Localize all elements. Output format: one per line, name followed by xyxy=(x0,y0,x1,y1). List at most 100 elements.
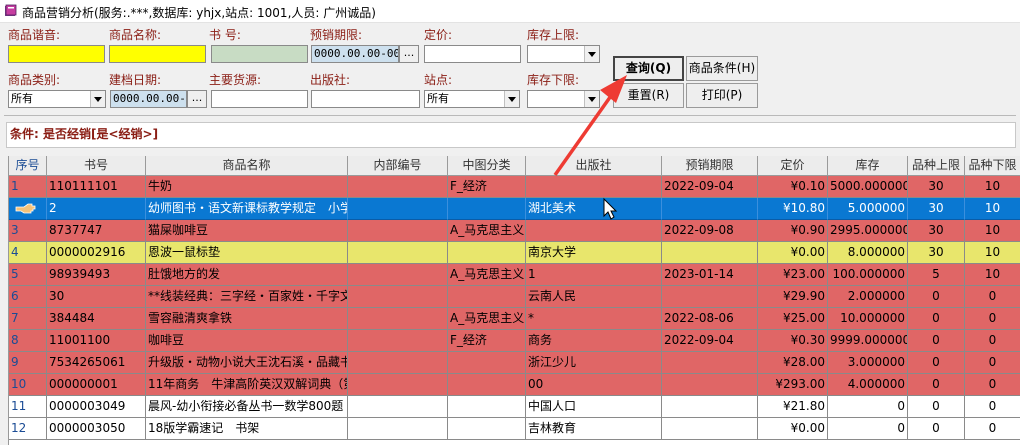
col-index-cell[interactable]: 6 xyxy=(9,286,47,308)
col-max-cell[interactable]: 0 xyxy=(908,352,965,374)
col-max-cell[interactable]: 0 xyxy=(908,418,965,440)
col-price-cell[interactable]: ¥25.00 xyxy=(758,308,828,330)
header-col-internal-code[interactable]: 内部编号 xyxy=(348,156,448,176)
col-isbn-cell[interactable]: 2 xyxy=(47,198,146,220)
col-name-cell[interactable]: 猫屎咖啡豆 xyxy=(146,220,348,242)
table-row[interactable]: 2 幼师图书・语文新课标教学规定 小学 湖北美术 ¥10.80 5.000000 30 10 xyxy=(9,198,1020,220)
name-input[interactable] xyxy=(109,45,206,63)
chevron-down-icon[interactable] xyxy=(584,46,599,62)
col-max-cell[interactable]: 0 xyxy=(908,308,965,330)
col-isbn-cell[interactable]: 0000002916 xyxy=(47,242,146,264)
col-index-cell[interactable]: 1 xyxy=(9,176,47,198)
col-presale-cell[interactable]: 2022-09-04 xyxy=(662,330,758,352)
col-min-cell[interactable]: 0 xyxy=(965,286,1020,308)
price-input[interactable] xyxy=(424,45,521,63)
product-conditions-button[interactable]: 商品条件(H) xyxy=(686,56,758,81)
col-presale-cell[interactable]: 2022-08-06 xyxy=(662,308,758,330)
header-col-stock[interactable]: 库存 xyxy=(828,156,908,176)
col-publisher-cell[interactable]: 中国人口 xyxy=(526,396,662,418)
col-name-cell[interactable]: 晨风-幼小衔接必备丛书一数学800题 xyxy=(146,396,348,418)
header-col-isbn[interactable]: 书号 xyxy=(47,156,146,176)
col-internal-code-cell[interactable] xyxy=(348,198,448,220)
col-publisher-cell[interactable]: 湖北美术 xyxy=(526,198,662,220)
col-internal-code-cell[interactable] xyxy=(348,220,448,242)
col-presale-cell[interactable] xyxy=(662,286,758,308)
reset-button[interactable]: 重置(R) xyxy=(613,83,684,108)
col-price-cell[interactable]: ¥0.00 xyxy=(758,242,828,264)
col-max-cell[interactable]: 0 xyxy=(908,374,965,396)
col-index-cell[interactable]: 5 xyxy=(9,264,47,286)
col-internal-code-cell[interactable] xyxy=(348,286,448,308)
col-max-cell[interactable]: 0 xyxy=(908,286,965,308)
table-row[interactable]: 10 000000001 11年商务 牛津高阶英汉双解词典（第 00 ¥293.00 4.… xyxy=(9,374,1020,396)
col-presale-cell[interactable] xyxy=(662,374,758,396)
col-isbn-cell[interactable]: 384484 xyxy=(47,308,146,330)
col-stock-cell[interactable]: 4.000000 xyxy=(828,374,908,396)
col-stock-cell[interactable]: 9999.000000 xyxy=(828,330,908,352)
col-isbn-cell[interactable]: 98939493 xyxy=(47,264,146,286)
col-publisher-cell[interactable]: 浙江少儿 xyxy=(526,352,662,374)
col-isbn-cell[interactable]: 11001100 xyxy=(47,330,146,352)
col-classification-cell[interactable]: A_马克思主义 xyxy=(448,308,526,330)
col-internal-code-cell[interactable] xyxy=(348,176,448,198)
table-row[interactable]: 8 11001100 咖啡豆 F_经济 商务 2022-09-04 ¥0.30 9999.00… xyxy=(9,330,1020,352)
col-price-cell[interactable]: ¥0.00 xyxy=(758,418,828,440)
col-max-cell[interactable]: 0 xyxy=(908,396,965,418)
col-isbn-cell[interactable]: 7534265061 xyxy=(47,352,146,374)
col-presale-cell[interactable] xyxy=(662,418,758,440)
col-internal-code-cell[interactable] xyxy=(348,396,448,418)
col-stock-cell[interactable]: 2.000000 xyxy=(828,286,908,308)
col-stock-cell[interactable]: 100.000000 xyxy=(828,264,908,286)
publisher-input[interactable] xyxy=(311,90,420,108)
col-price-cell[interactable]: ¥29.90 xyxy=(758,286,828,308)
col-name-cell[interactable]: 牛奶 xyxy=(146,176,348,198)
table-row[interactable]: 9 7534265061 升级版・动物小说大王沈石溪・品藏书 浙江少儿 ¥28.00 3.… xyxy=(9,352,1020,374)
col-presale-cell[interactable] xyxy=(662,198,758,220)
category-select[interactable]: 所有 xyxy=(8,90,106,108)
col-max-cell[interactable]: 30 xyxy=(908,242,965,264)
col-classification-cell[interactable] xyxy=(448,286,526,308)
col-classification-cell[interactable] xyxy=(448,418,526,440)
col-classification-cell[interactable] xyxy=(448,198,526,220)
col-max-cell[interactable]: 5 xyxy=(908,264,965,286)
col-min-cell[interactable]: 10 xyxy=(965,198,1020,220)
col-name-cell[interactable]: **线装经典：三字经・百家姓・千字文 xyxy=(146,286,348,308)
col-price-cell[interactable]: ¥0.30 xyxy=(758,330,828,352)
col-name-cell[interactable]: 幼师图书・语文新课标教学规定 小学 xyxy=(146,198,348,220)
col-price-cell[interactable]: ¥23.00 xyxy=(758,264,828,286)
col-price-cell[interactable]: ¥293.00 xyxy=(758,374,828,396)
col-internal-code-cell[interactable] xyxy=(348,308,448,330)
col-publisher-cell[interactable]: 南京大学 xyxy=(526,242,662,264)
created-picker-button[interactable]: ... xyxy=(187,90,207,108)
col-publisher-cell[interactable]: 1 xyxy=(526,264,662,286)
table-row[interactable]: 6 30 **线装经典：三字经・百家姓・千字文 云南人民 ¥29.90 2.000000 0… xyxy=(9,286,1020,308)
col-stock-cell[interactable]: 0 xyxy=(828,418,908,440)
col-max-cell[interactable]: 0 xyxy=(908,330,965,352)
col-internal-code-cell[interactable] xyxy=(348,242,448,264)
header-col-max[interactable]: 品种上限 xyxy=(908,156,965,176)
col-stock-cell[interactable]: 0 xyxy=(828,396,908,418)
col-name-cell[interactable]: 雪容融清爽拿铁 xyxy=(146,308,348,330)
col-index-cell[interactable]: 7 xyxy=(9,308,47,330)
col-stock-cell[interactable]: 10.000000 xyxy=(828,308,908,330)
table-row[interactable]: 5 98939493 肚饿地方的发 A_马克思主义 1 2023-01-14 ¥23.00 1… xyxy=(9,264,1020,286)
product-table[interactable]: 序号 书号 商品名称 内部编号 中图分类 出版社 预销期限 定价 库存 品种上限 品种下限 1 110… xyxy=(8,156,1020,445)
col-classification-cell[interactable] xyxy=(448,374,526,396)
col-isbn-cell[interactable]: 110111101 xyxy=(47,176,146,198)
isbn-input[interactable] xyxy=(211,45,308,63)
col-index-cell[interactable] xyxy=(9,198,47,220)
col-isbn-cell[interactable]: 8737747 xyxy=(47,220,146,242)
col-isbn-cell[interactable]: 0000003049 xyxy=(47,396,146,418)
col-classification-cell[interactable] xyxy=(448,242,526,264)
col-min-cell[interactable]: 10 xyxy=(965,264,1020,286)
stock-min-select[interactable] xyxy=(527,90,600,108)
col-stock-cell[interactable]: 5000.000000 xyxy=(828,176,908,198)
col-price-cell[interactable]: ¥28.00 xyxy=(758,352,828,374)
col-isbn-cell[interactable]: 000000001 xyxy=(47,374,146,396)
col-presale-cell[interactable] xyxy=(662,242,758,264)
table-row[interactable]: 3 8737747 猫屎咖啡豆 A_马克思主义 2022-09-08 ¥0.90 2995.… xyxy=(9,220,1020,242)
supplier-input[interactable] xyxy=(211,90,308,108)
query-button[interactable]: 查询(Q) xyxy=(613,56,684,81)
col-min-cell[interactable]: 10 xyxy=(965,242,1020,264)
col-price-cell[interactable]: ¥0.10 xyxy=(758,176,828,198)
